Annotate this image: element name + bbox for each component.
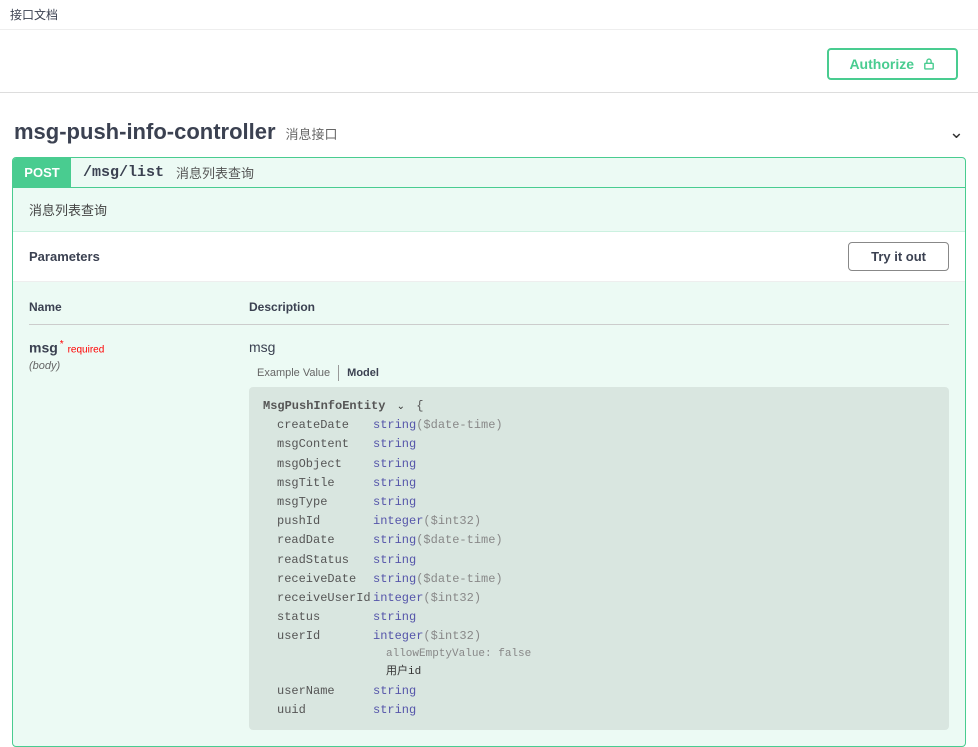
parameters-table: Name Description msg* required (body) ms… <box>13 282 965 746</box>
prop-type: string <box>373 551 416 570</box>
model-property: readStatusstring <box>263 551 935 570</box>
tab-example-value[interactable]: Example Value <box>249 365 338 381</box>
prop-name: pushId <box>263 512 373 531</box>
chevron-down-icon[interactable]: ⌄ <box>397 400 405 416</box>
prop-type: string <box>373 531 416 550</box>
prop-format: ($int32) <box>423 512 481 531</box>
authorize-bar: Authorize <box>0 30 978 93</box>
top-bar-label: 接口文档 <box>10 8 58 22</box>
prop-name: receiveDate <box>263 570 373 589</box>
model-property: uuidstring <box>263 701 935 720</box>
prop-format: ($date-time) <box>416 416 502 435</box>
prop-format: ($int32) <box>423 589 481 608</box>
prop-type: string <box>373 608 416 627</box>
schema-tabs: Example Value Model <box>249 365 949 381</box>
prop-type: string <box>373 455 416 474</box>
prop-format: ($date-time) <box>416 570 502 589</box>
prop-format: ($date-time) <box>416 531 502 550</box>
tab-model[interactable]: Model <box>338 365 387 381</box>
chevron-down-icon: ⌄ <box>949 122 964 143</box>
parameters-bar: Parameters Try it out <box>13 232 965 282</box>
param-in: (body) <box>29 360 249 372</box>
parameters-title: Parameters <box>29 249 100 264</box>
model-property: receiveDatestring($date-time) <box>263 570 935 589</box>
prop-name: uuid <box>263 701 373 720</box>
model-title: MsgPushInfoEntity <box>263 399 385 413</box>
prop-name: readStatus <box>263 551 373 570</box>
prop-name: readDate <box>263 531 373 550</box>
model-property: createDatestring($date-time) <box>263 416 935 435</box>
model-property: msgObjectstring <box>263 455 935 474</box>
prop-name: userName <box>263 682 373 701</box>
prop-name: receiveUserId <box>263 589 373 608</box>
model-property: userIdinteger($int32)allowEmptyValue: fa… <box>263 627 935 681</box>
model-property: msgTitlestring <box>263 474 935 493</box>
operation-block: POST /msg/list 消息列表查询 消息列表查询 Parameters … <box>12 157 966 747</box>
model-property: pushIdinteger($int32) <box>263 512 935 531</box>
operation-summary[interactable]: POST /msg/list 消息列表查询 <box>13 158 965 188</box>
controller-name: msg-push-info-controller <box>14 119 276 145</box>
operation-summary-text: 消息列表查询 <box>176 163 254 182</box>
prop-type: string <box>373 474 416 493</box>
prop-type: integer <box>373 589 423 608</box>
operation-description: 消息列表查询 <box>13 188 965 232</box>
controller-desc: 消息接口 <box>286 124 338 143</box>
prop-name: msgObject <box>263 455 373 474</box>
top-bar: 接口文档 <box>0 0 978 30</box>
prop-type: string <box>373 435 416 454</box>
prop-type: string <box>373 701 416 720</box>
prop-name: msgType <box>263 493 373 512</box>
model-property: receiveUserIdinteger($int32) <box>263 589 935 608</box>
model-property: readDatestring($date-time) <box>263 531 935 550</box>
model-property: msgTypestring <box>263 493 935 512</box>
controller-section: msg-push-info-controller 消息接口 ⌄ POST /ms… <box>0 93 978 747</box>
prop-type: string <box>373 493 416 512</box>
param-header-name: Name <box>29 300 249 314</box>
prop-extra: allowEmptyValue: false <box>263 646 935 664</box>
param-row: msg* required (body) msg Example Value M… <box>29 325 949 730</box>
prop-type: string <box>373 570 416 589</box>
prop-description: 用户id <box>263 664 935 682</box>
prop-type: integer <box>373 512 423 531</box>
prop-type: string <box>373 416 416 435</box>
model-property: userNamestring <box>263 682 935 701</box>
required-text: required <box>68 345 105 356</box>
brace-open: { <box>416 399 423 413</box>
model-box: MsgPushInfoEntity ⌄ { createDatestring($… <box>249 387 949 730</box>
prop-name: createDate <box>263 416 373 435</box>
try-it-out-button[interactable]: Try it out <box>848 242 949 271</box>
prop-format: ($int32) <box>423 627 481 646</box>
model-properties: createDatestring($date-time)msgContentst… <box>263 416 935 720</box>
param-desc: msg <box>249 339 949 355</box>
param-header-row: Name Description <box>29 290 949 325</box>
model-property: statusstring <box>263 608 935 627</box>
model-property: msgContentstring <box>263 435 935 454</box>
required-star: * <box>60 339 64 350</box>
prop-name: status <box>263 608 373 627</box>
operation-path: /msg/list <box>71 164 176 181</box>
method-badge: POST <box>13 158 71 187</box>
prop-name: msgContent <box>263 435 373 454</box>
param-name: msg <box>29 340 58 356</box>
authorize-button[interactable]: Authorize <box>827 48 958 80</box>
prop-name: userId <box>263 627 373 646</box>
prop-type: integer <box>373 627 423 646</box>
prop-name: msgTitle <box>263 474 373 493</box>
prop-type: string <box>373 682 416 701</box>
lock-icon <box>922 57 936 71</box>
authorize-label: Authorize <box>849 56 914 72</box>
controller-header[interactable]: msg-push-info-controller 消息接口 ⌄ <box>10 113 968 157</box>
param-header-desc: Description <box>249 300 949 314</box>
